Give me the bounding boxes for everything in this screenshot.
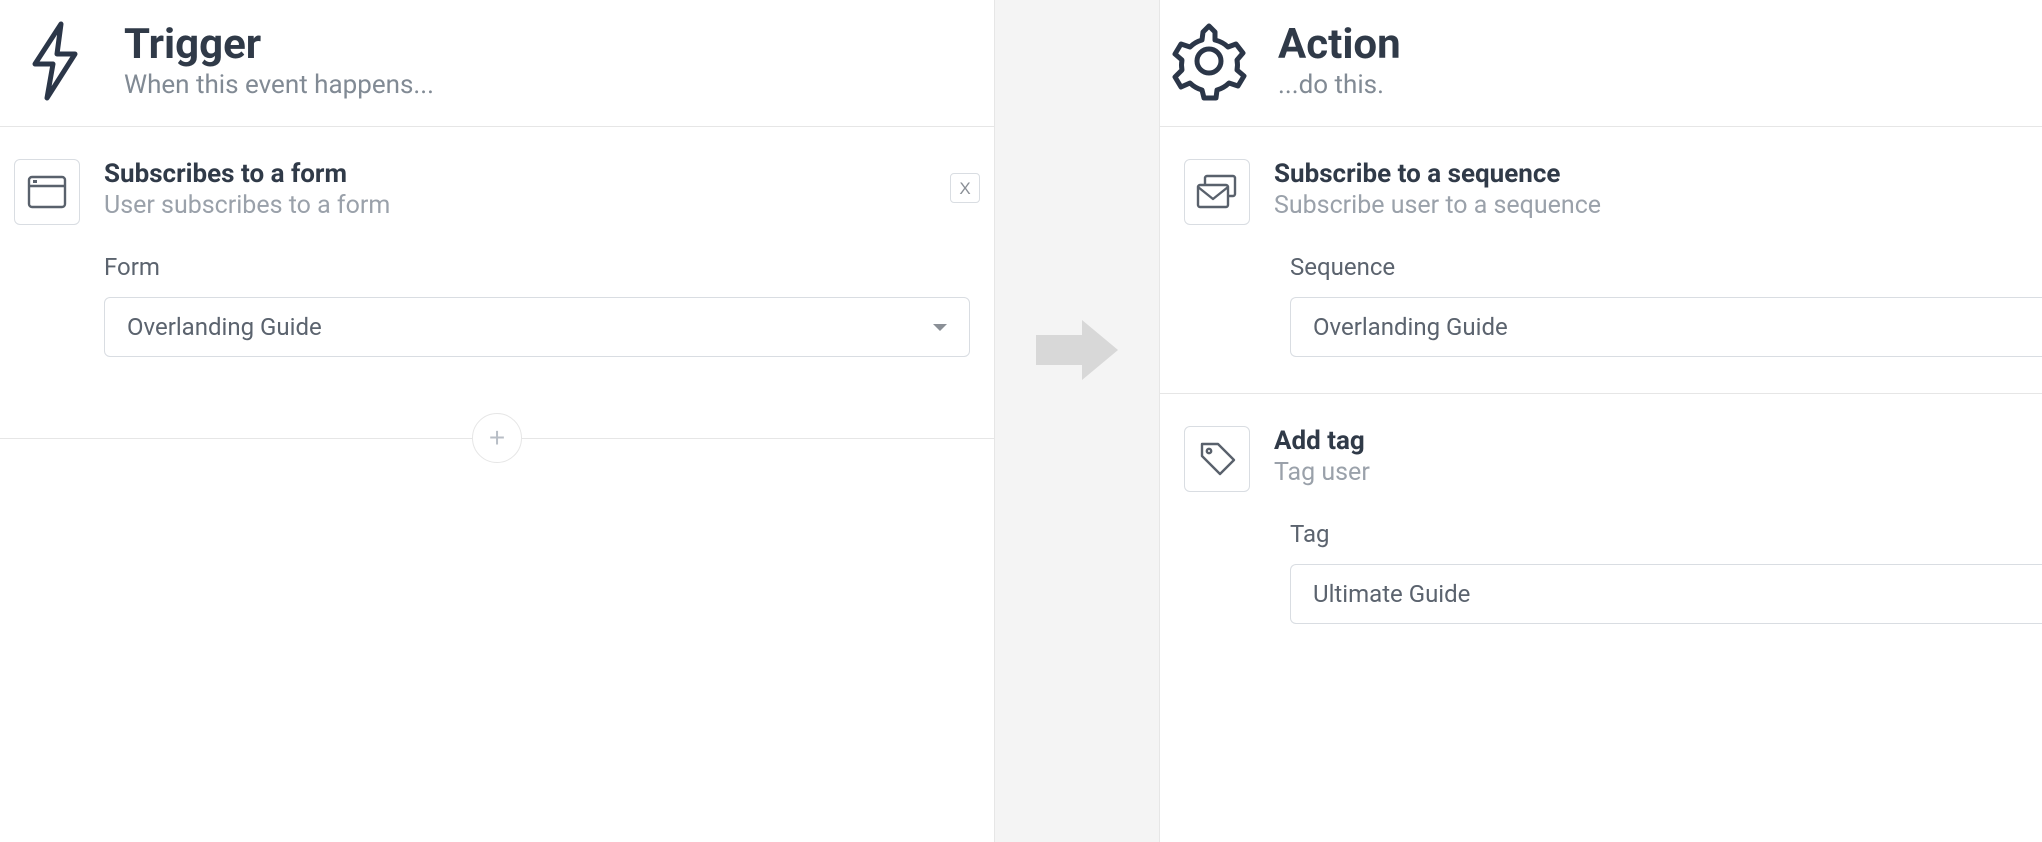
tag-select-value: Ultimate Guide — [1313, 580, 1470, 608]
trigger-event-title: Subscribes to a form — [104, 159, 390, 189]
action-step-subtitle: Tag user — [1274, 458, 1370, 487]
trigger-event-card: X Subscribes to a form User subscribes t… — [0, 127, 994, 357]
sequence-select-value: Overlanding Guide — [1313, 313, 1508, 341]
tag-field-label: Tag — [1290, 520, 2042, 548]
lightning-icon — [14, 20, 96, 102]
remove-trigger-button[interactable]: X — [950, 173, 980, 203]
trigger-header: Trigger When this event happens... — [0, 0, 994, 127]
action-title: Action — [1278, 22, 1401, 68]
trigger-title: Trigger — [124, 22, 434, 68]
action-subtitle: ...do this. — [1278, 70, 1401, 100]
trigger-column: Trigger When this event happens... X Sub… — [0, 0, 994, 842]
arrow-right-icon — [1036, 320, 1118, 380]
action-step-subtitle: Subscribe user to a sequence — [1274, 191, 1601, 220]
trigger-event-subtitle: User subscribes to a form — [104, 191, 390, 220]
gear-icon — [1168, 20, 1250, 102]
sequence-field-label: Sequence — [1290, 253, 2042, 281]
tag-icon — [1184, 426, 1250, 492]
flow-arrow-gutter — [994, 0, 1160, 842]
action-step-card: Add tag Tag user Tag Ultimate Guide — [1160, 394, 2042, 624]
add-trigger-button[interactable]: + — [472, 413, 522, 463]
action-column: Action ...do this. Subscribe to a s — [1160, 0, 2042, 842]
close-icon: X — [959, 180, 970, 197]
sequence-select[interactable]: Overlanding Guide — [1290, 297, 2042, 357]
plus-icon: + — [489, 424, 505, 452]
action-step-title: Subscribe to a sequence — [1274, 159, 1601, 189]
form-field-label: Form — [104, 253, 970, 281]
trigger-subtitle: When this event happens... — [124, 70, 434, 100]
form-select-value: Overlanding Guide — [127, 313, 322, 341]
tag-select[interactable]: Ultimate Guide — [1290, 564, 2042, 624]
add-trigger-divider: + — [0, 413, 994, 463]
action-step-card: Subscribe to a sequence Subscribe user t… — [1160, 127, 2042, 357]
envelope-stack-icon — [1184, 159, 1250, 225]
action-step-title: Add tag — [1274, 426, 1370, 456]
chevron-down-icon — [933, 324, 947, 331]
form-select[interactable]: Overlanding Guide — [104, 297, 970, 357]
form-icon — [14, 159, 80, 225]
action-header: Action ...do this. — [1160, 0, 2042, 127]
